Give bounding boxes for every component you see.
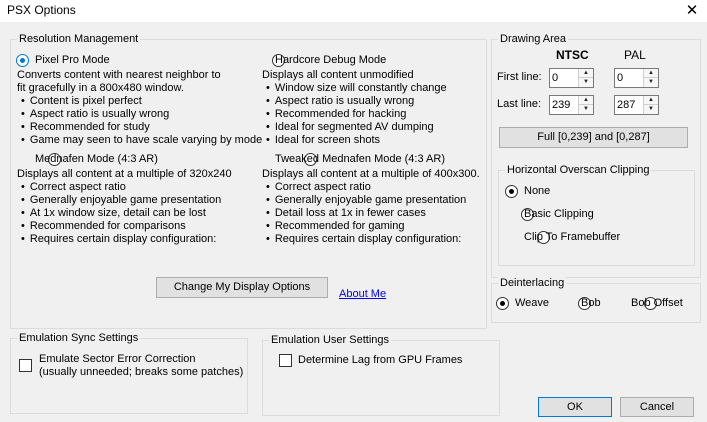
spinner-up-icon[interactable]: ▲ (579, 69, 593, 78)
mednafen-bullet: Correct aspect ratio (17, 181, 232, 194)
deinterlacing-legend: Deinterlacing (498, 276, 567, 290)
close-icon[interactable]: ✕ (677, 0, 707, 22)
ok-button[interactable]: OK (538, 397, 612, 417)
mednafen-bullet: At 1x window size, detail can be lost (17, 207, 232, 220)
ntsc-first-line-input[interactable] (552, 71, 578, 85)
sector-error-correction-note: (usually unneeded; breaks some patches) (39, 366, 244, 378)
spinner-down-icon[interactable]: ▼ (579, 105, 593, 114)
drawing-area-group: Drawing Area NTSC PAL First line: ▲▼ ▲▼ … (491, 32, 701, 278)
mednafen-label[interactable]: Mednafen Mode (4:3 AR) (35, 153, 158, 165)
spinner-down-icon[interactable]: ▼ (644, 78, 658, 87)
tweaked-bullet: Correct aspect ratio (262, 181, 480, 194)
hardcore-debug-label[interactable]: Hardcore Debug Mode (275, 54, 386, 66)
emulation-user-legend: Emulation User Settings (269, 333, 391, 347)
pal-last-line-spinner[interactable]: ▲▼ (614, 95, 659, 115)
bob-label[interactable]: Bob (581, 297, 601, 309)
mednafen-bullet: Requires certain display configuration: (17, 233, 232, 246)
weave-label[interactable]: Weave (515, 297, 549, 309)
ntsc-last-line-input[interactable] (552, 98, 578, 112)
change-display-options-button[interactable]: Change My Display Options (156, 277, 328, 298)
sector-error-correction-label[interactable]: Emulate Sector Error Correction (39, 353, 196, 366)
pixel-pro-bullet: Game may seen to have scale varying by m… (17, 134, 262, 147)
emulation-user-group: Emulation User Settings Determine Lag fr… (262, 333, 500, 416)
pixel-pro-bullet: Content is pixel perfect (17, 95, 262, 108)
hardcore-bullet: Ideal for screen shots (262, 134, 447, 147)
overscan-clipping-legend: Horizontal Overscan Clipping (505, 163, 652, 177)
overscan-clipping-group: Horizontal Overscan Clipping None Basic … (498, 163, 695, 266)
about-me-link[interactable]: About Me (339, 288, 386, 300)
ntsc-first-line-spinner[interactable]: ▲▼ (549, 68, 594, 88)
tweaked-bullet: Recommended for gaming (262, 220, 480, 233)
pixel-pro-desc-line1: Converts content with nearest neighbor t… (17, 69, 221, 81)
hardcore-bullet: Recommended for hacking (262, 108, 447, 121)
emulation-sync-legend: Emulation Sync Settings (17, 331, 141, 345)
gpu-frames-lag-label[interactable]: Determine Lag from GPU Frames (298, 354, 462, 367)
overscan-basic-label[interactable]: Basic Clipping (524, 208, 594, 220)
pal-last-line-input[interactable] (617, 98, 643, 112)
pixel-pro-description: Converts content with nearest neighbor t… (17, 69, 262, 147)
hardcore-debug-description: Displays all content unmodified Window s… (262, 69, 447, 147)
mednafen-bullet: Generally enjoyable game presentation (17, 194, 232, 207)
tweaked-mednafen-description: Displays all content at a multiple of 40… (262, 168, 480, 246)
overscan-none-radio[interactable] (505, 185, 518, 198)
pal-first-line-spinner[interactable]: ▲▼ (614, 68, 659, 88)
pal-first-line-input[interactable] (617, 71, 643, 85)
weave-radio[interactable] (496, 297, 509, 310)
title-bar: PSX Options ✕ (0, 0, 707, 22)
drawing-area-legend: Drawing Area (498, 32, 569, 46)
resolution-management-group: Resolution Management Pixel Pro Mode Con… (10, 32, 487, 329)
tweaked-bullet: Generally enjoyable game presentation (262, 194, 480, 207)
emulation-sync-group: Emulation Sync Settings Emulate Sector E… (10, 331, 248, 414)
spinner-down-icon[interactable]: ▼ (644, 105, 658, 114)
hardcore-bullet: Window size will constantly change (262, 82, 447, 95)
spinner-up-icon[interactable]: ▲ (579, 96, 593, 105)
window-title: PSX Options (7, 3, 76, 17)
tweaked-bullet: Detail loss at 1x in fewer cases (262, 207, 480, 220)
full-range-button[interactable]: Full [0,239] and [0,287] (499, 127, 688, 148)
tweaked-bullet: Requires certain display configuration: (262, 233, 480, 246)
overscan-none-label[interactable]: None (524, 185, 550, 197)
dialog-body: Resolution Management Pixel Pro Mode Con… (0, 22, 707, 422)
hardcore-desc-line1: Displays all content unmodified (262, 69, 414, 81)
spinner-up-icon[interactable]: ▲ (644, 96, 658, 105)
last-line-label: Last line: (497, 98, 542, 110)
spinner-down-icon[interactable]: ▼ (579, 78, 593, 87)
pixel-pro-desc-line2: fit gracefully in a 800x480 window. (17, 82, 184, 94)
pixel-pro-label[interactable]: Pixel Pro Mode (35, 54, 110, 66)
gpu-frames-lag-checkbox[interactable] (279, 354, 292, 367)
deinterlacing-group: Deinterlacing Weave Bob Bob Offset (491, 276, 701, 323)
cancel-button[interactable]: Cancel (620, 397, 694, 417)
hardcore-bullet: Aspect ratio is usually wrong (262, 95, 447, 108)
mednafen-bullet: Recommended for comparisons (17, 220, 232, 233)
pal-header: PAL (624, 48, 646, 62)
first-line-label: First line: (497, 71, 542, 83)
pixel-pro-bullet: Aspect ratio is usually wrong (17, 108, 262, 121)
pixel-pro-radio[interactable] (16, 54, 29, 67)
spinner-up-icon[interactable]: ▲ (644, 69, 658, 78)
ntsc-last-line-spinner[interactable]: ▲▼ (549, 95, 594, 115)
mednafen-description: Displays all content at a multiple of 32… (17, 168, 232, 246)
overscan-framebuffer-label[interactable]: Clip To Framebuffer (524, 231, 620, 243)
tweaked-mednafen-label[interactable]: Tweaked Mednafen Mode (4:3 AR) (275, 153, 445, 165)
sector-error-correction-checkbox[interactable] (19, 359, 32, 372)
mednafen-desc-line1: Displays all content at a multiple of 32… (17, 168, 232, 180)
tweaked-desc-line1: Displays all content at a multiple of 40… (262, 168, 480, 180)
bob-offset-label[interactable]: Bob Offset (631, 297, 683, 309)
pixel-pro-bullet: Recommended for study (17, 121, 262, 134)
ntsc-header: NTSC (556, 48, 589, 62)
resolution-management-legend: Resolution Management (17, 32, 141, 46)
hardcore-bullet: Ideal for segmented AV dumping (262, 121, 447, 134)
